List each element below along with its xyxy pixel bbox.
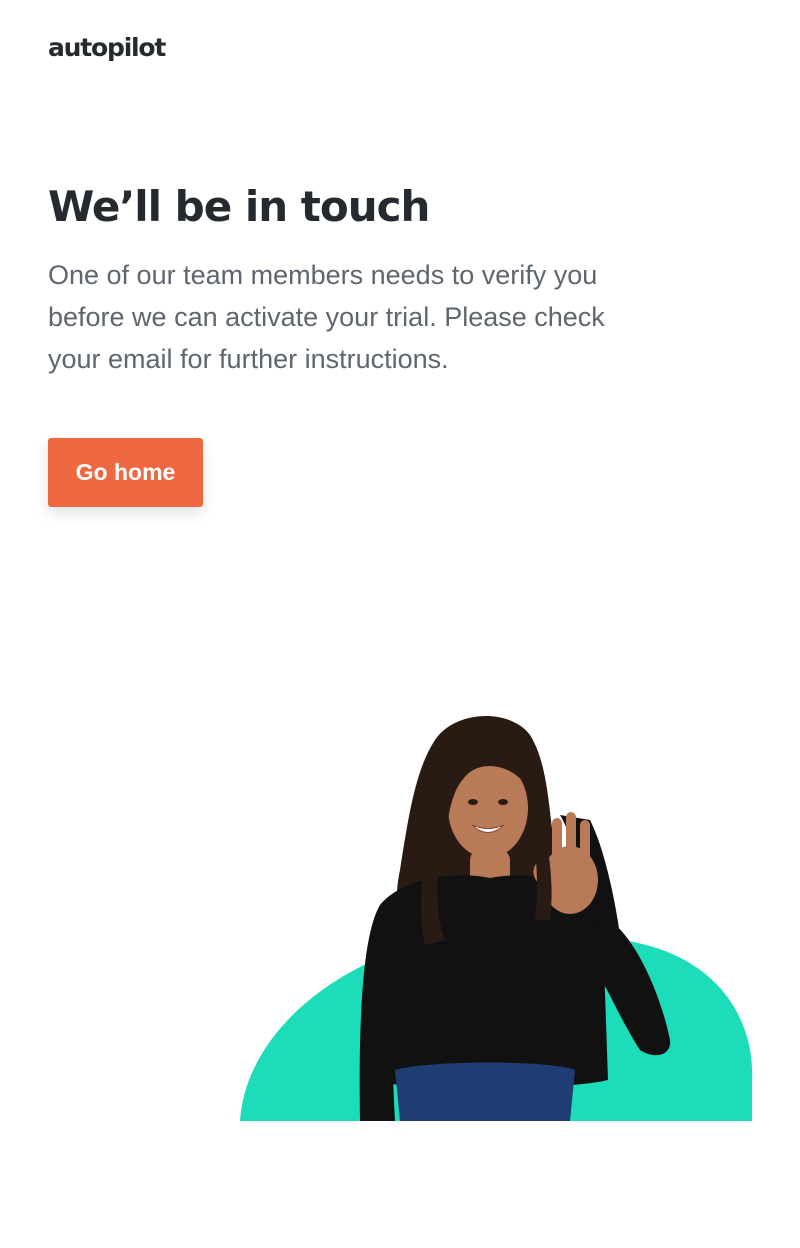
woman-ok-gesture-icon: [240, 716, 753, 1121]
autopilot-logo[interactable]: autopilot: [48, 30, 166, 66]
go-home-button[interactable]: Go home: [48, 438, 203, 507]
page-title: We’ll be in touch: [48, 182, 430, 231]
verification-message: One of our team members needs to verify …: [48, 260, 605, 374]
hero-illustration: [230, 700, 760, 1121]
